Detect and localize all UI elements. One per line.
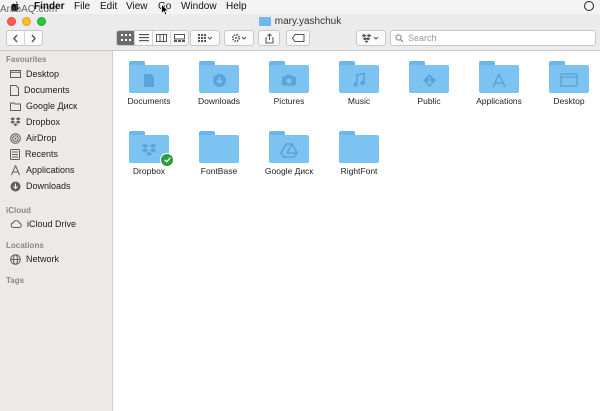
download-icon bbox=[199, 69, 239, 91]
menu-bar: ArabAQ.com Finder File Edit View Go Wind… bbox=[0, 0, 600, 15]
gear-icon bbox=[231, 33, 247, 43]
nav-buttons bbox=[6, 30, 43, 46]
sidebar-section-favourites: Favourites bbox=[6, 55, 47, 64]
status-circle-icon[interactable] bbox=[584, 1, 594, 11]
folder-icon bbox=[339, 131, 379, 163]
google-drive-icon bbox=[269, 139, 309, 161]
search-field[interactable]: Search bbox=[390, 30, 596, 46]
sidebar-item-applications[interactable]: Applications bbox=[0, 162, 112, 178]
sidebar-item-downloads[interactable]: Downloads bbox=[0, 178, 112, 194]
cloud-icon bbox=[10, 220, 22, 228]
synced-checkmark-icon bbox=[160, 153, 174, 167]
globe-icon bbox=[10, 253, 21, 265]
file-item-pictures[interactable]: Pictures bbox=[253, 61, 325, 106]
desktop-icon bbox=[10, 69, 21, 78]
sidebar: Favourites Desktop Documents Google Диск… bbox=[0, 51, 113, 411]
dropbox-icon bbox=[10, 117, 21, 127]
menu-edit[interactable]: Edit bbox=[100, 1, 117, 12]
group-by-button[interactable] bbox=[190, 30, 220, 46]
search-icon bbox=[395, 33, 404, 42]
document-icon bbox=[10, 84, 19, 96]
document-icon bbox=[129, 69, 169, 91]
tags-button[interactable] bbox=[286, 30, 310, 46]
action-menu-button[interactable] bbox=[224, 30, 254, 46]
search-placeholder: Search bbox=[408, 33, 437, 43]
recents-icon bbox=[10, 148, 20, 160]
sidebar-section-tags: Tags bbox=[6, 276, 25, 285]
public-icon bbox=[409, 69, 449, 91]
sidebar-item-documents[interactable]: Documents bbox=[0, 82, 112, 98]
dropbox-toolbar-button[interactable] bbox=[356, 30, 386, 46]
window-toolbar: mary.yashchuk Search bbox=[0, 14, 600, 51]
view-mode-selector bbox=[116, 30, 189, 46]
desktop-icon bbox=[549, 69, 589, 91]
folder-icon bbox=[258, 17, 271, 26]
file-item-downloads[interactable]: Downloads bbox=[183, 61, 255, 106]
file-item-applications[interactable]: Applications bbox=[463, 61, 535, 106]
file-item-rightfont[interactable]: RightFont bbox=[323, 131, 395, 176]
file-item-music[interactable]: Music bbox=[323, 61, 395, 106]
menu-file[interactable]: File bbox=[74, 1, 90, 12]
applications-icon bbox=[11, 164, 20, 175]
airdrop-icon bbox=[10, 132, 21, 144]
sidebar-item-icloud-drive[interactable]: iCloud Drive bbox=[0, 216, 112, 232]
window-title-text: mary.yashchuk bbox=[274, 16, 342, 27]
music-note-icon bbox=[339, 69, 379, 91]
share-button[interactable] bbox=[258, 30, 280, 46]
forward-button[interactable] bbox=[25, 31, 42, 45]
camera-icon bbox=[269, 69, 309, 91]
share-icon bbox=[265, 32, 273, 43]
sidebar-item-network[interactable]: Network bbox=[0, 251, 112, 267]
sidebar-section-icloud: iCloud bbox=[6, 206, 31, 215]
menu-view[interactable]: View bbox=[126, 1, 148, 12]
sidebar-section-locations: Locations bbox=[6, 241, 44, 250]
back-button[interactable] bbox=[7, 31, 25, 45]
sidebar-item-recents[interactable]: Recents bbox=[0, 146, 112, 162]
file-item-documents[interactable]: Documents bbox=[113, 61, 185, 106]
gallery-view-button[interactable] bbox=[171, 31, 188, 45]
sidebar-item-airdrop[interactable]: AirDrop bbox=[0, 130, 112, 146]
tag-icon bbox=[291, 34, 304, 42]
menu-finder[interactable]: Finder bbox=[34, 1, 65, 12]
file-item-fontbase[interactable]: FontBase bbox=[183, 131, 255, 176]
file-item-desktop[interactable]: Desktop bbox=[533, 61, 600, 106]
file-item-public[interactable]: Public bbox=[393, 61, 465, 106]
icon-view-button[interactable] bbox=[117, 31, 135, 45]
menu-help[interactable]: Help bbox=[226, 1, 247, 12]
dropbox-icon bbox=[362, 34, 379, 43]
window-title: mary.yashchuk bbox=[0, 16, 600, 29]
column-view-button[interactable] bbox=[153, 31, 171, 45]
mouse-cursor-icon bbox=[161, 4, 169, 16]
file-item-dropbox[interactable]: Dropbox bbox=[113, 131, 185, 176]
folder-icon bbox=[199, 131, 239, 163]
sidebar-item-dropbox[interactable]: Dropbox bbox=[0, 114, 112, 130]
menu-window[interactable]: Window bbox=[181, 1, 217, 12]
file-browser: Documents Downloads Pictures Music Publi… bbox=[113, 51, 600, 411]
download-icon bbox=[10, 181, 21, 191]
folder-icon bbox=[10, 102, 21, 111]
file-item-google-drive[interactable]: Google Диск bbox=[253, 131, 325, 176]
sidebar-item-desktop[interactable]: Desktop bbox=[0, 66, 112, 82]
list-view-button[interactable] bbox=[135, 31, 153, 45]
sidebar-item-google-drive[interactable]: Google Диск bbox=[0, 98, 112, 114]
applications-icon bbox=[479, 69, 519, 91]
